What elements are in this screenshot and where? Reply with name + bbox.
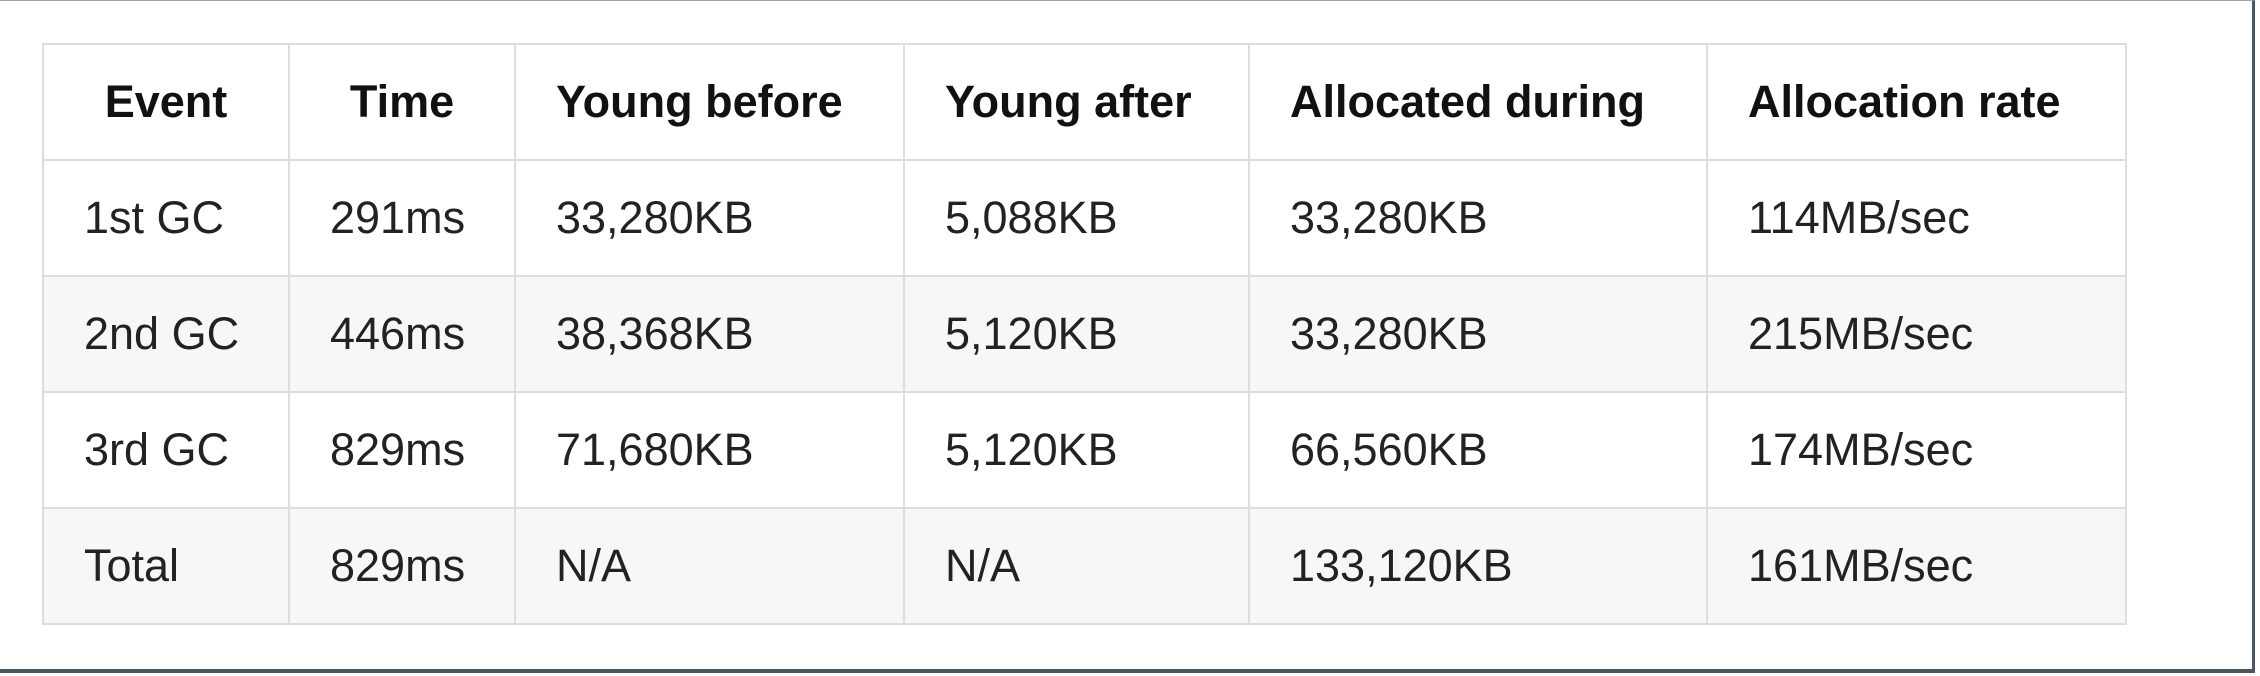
cell-young-after: 5,120KB [903,391,1250,509]
cell-young-before: 38,368KB [514,275,905,393]
header-time: Time [288,43,516,161]
cell-allocated-during: 33,280KB [1248,159,1708,277]
cell-allocation-rate: 215MB/sec [1706,275,2127,393]
cell-allocated-during: 33,280KB [1248,275,1708,393]
table-row: 1st GC 291ms 33,280KB 5,088KB 33,280KB 1… [42,159,2127,277]
cell-event: Total [42,507,290,625]
table-header-row: Event Time Young before Young after Allo… [42,43,2127,161]
cell-time: 829ms [288,391,516,509]
cell-allocated-during: 66,560KB [1248,391,1708,509]
header-event: Event [42,43,290,161]
cell-young-before: N/A [514,507,905,625]
header-young-before: Young before [514,43,905,161]
cell-event: 2nd GC [42,275,290,393]
cell-young-after: 5,120KB [903,275,1250,393]
content-frame: Event Time Young before Young after Allo… [0,0,2255,673]
cell-event: 1st GC [42,159,290,277]
cell-allocation-rate: 174MB/sec [1706,391,2127,509]
cell-time: 291ms [288,159,516,277]
gc-allocation-table: Event Time Young before Young after Allo… [42,43,2127,625]
cell-young-after: N/A [903,507,1250,625]
cell-young-before: 71,680KB [514,391,905,509]
cell-allocation-rate: 114MB/sec [1706,159,2127,277]
header-young-after: Young after [903,43,1250,161]
table-row: 2nd GC 446ms 38,368KB 5,120KB 33,280KB 2… [42,275,2127,393]
cell-allocated-during: 133,120KB [1248,507,1708,625]
cell-young-before: 33,280KB [514,159,905,277]
table-row: Total 829ms N/A N/A 133,120KB 161MB/sec [42,507,2127,625]
cell-young-after: 5,088KB [903,159,1250,277]
cell-time: 829ms [288,507,516,625]
cell-allocation-rate: 161MB/sec [1706,507,2127,625]
header-allocated-during: Allocated during [1248,43,1708,161]
cell-time: 446ms [288,275,516,393]
cell-event: 3rd GC [42,391,290,509]
header-allocation-rate: Allocation rate [1706,43,2127,161]
table-row: 3rd GC 829ms 71,680KB 5,120KB 66,560KB 1… [42,391,2127,509]
